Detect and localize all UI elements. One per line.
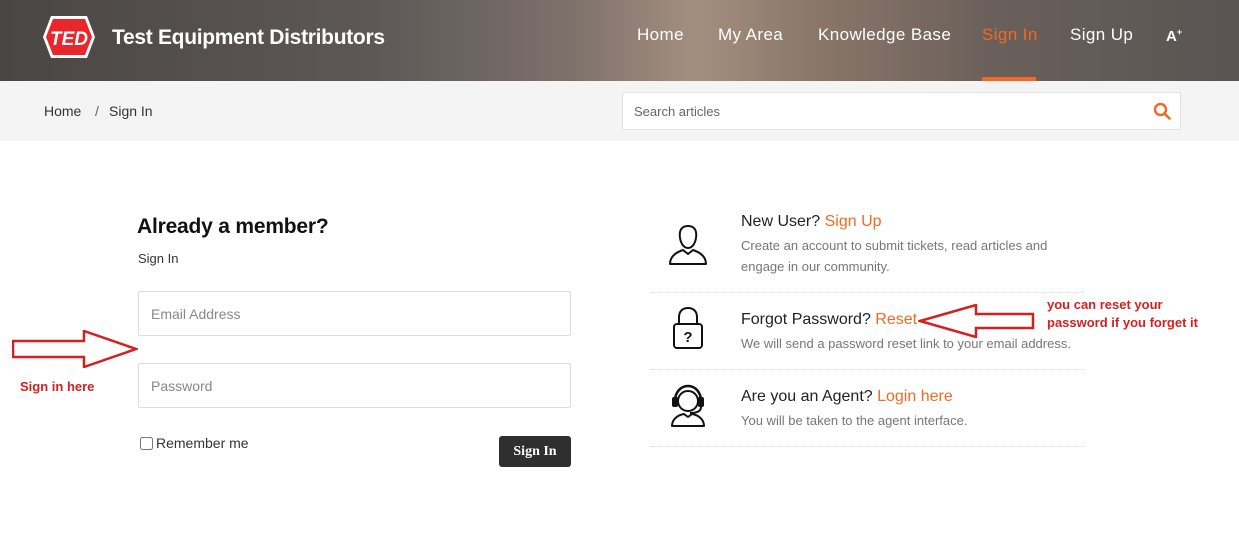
breadcrumb-current: Sign In bbox=[109, 103, 153, 119]
annotation-arrow-right bbox=[12, 330, 138, 368]
reset-annotation-line2: password if you forget it bbox=[1047, 315, 1198, 330]
breadcrumb-bar: Home / Sign In bbox=[0, 81, 1239, 141]
breadcrumb-separator: / bbox=[95, 103, 99, 119]
headset-agent-icon bbox=[671, 384, 705, 427]
logo-text: TED bbox=[50, 29, 88, 50]
brand-name[interactable]: Test Equipment Distributors bbox=[112, 26, 385, 50]
remember-me-label: Remember me bbox=[156, 435, 249, 451]
option-agent: Are you an Agent? Login here You will be… bbox=[651, 370, 1084, 446]
site-header: TED Test Equipment Distributors Home My … bbox=[0, 0, 1239, 81]
new-user-prefix: New User? bbox=[741, 213, 821, 230]
svg-text:?: ? bbox=[683, 329, 692, 346]
search-input[interactable] bbox=[634, 93, 1134, 129]
accessibility-label: A bbox=[1166, 28, 1177, 45]
nav-knowledge-base[interactable]: Knowledge Base bbox=[818, 25, 951, 45]
agent-title: Are you an Agent? Login here bbox=[741, 388, 953, 406]
reset-link[interactable]: Reset bbox=[875, 311, 917, 328]
sign-in-button[interactable]: Sign In bbox=[499, 436, 571, 467]
remember-me-checkbox[interactable] bbox=[140, 436, 153, 450]
nav-home[interactable]: Home bbox=[637, 25, 684, 45]
signin-annotation: Sign in here bbox=[20, 379, 95, 394]
password-field[interactable] bbox=[138, 363, 571, 408]
remember-me[interactable]: Remember me bbox=[140, 435, 249, 451]
annotation-arrow-left bbox=[918, 304, 1035, 338]
reset-annotation: you can reset your password if you forge… bbox=[1047, 296, 1198, 332]
search-icon[interactable] bbox=[1153, 102, 1171, 120]
user-icon bbox=[669, 224, 707, 265]
forgot-password-title: Forgot Password? Reset bbox=[741, 311, 917, 329]
new-user-title: New User? Sign Up bbox=[741, 213, 882, 231]
new-user-description: Create an account to submit tickets, rea… bbox=[741, 238, 1048, 274]
agent-prefix: Are you an Agent? bbox=[741, 388, 873, 405]
nav-my-area[interactable]: My Area bbox=[718, 25, 783, 45]
signin-heading: Already a member? bbox=[137, 215, 329, 238]
nav-sign-in[interactable]: Sign In bbox=[982, 25, 1038, 45]
accessibility-icon: + bbox=[1176, 27, 1183, 37]
nav-sign-up[interactable]: Sign Up bbox=[1070, 25, 1133, 45]
breadcrumb-home[interactable]: Home bbox=[44, 103, 81, 119]
signin-subheading: Sign In bbox=[138, 251, 179, 266]
option-new-user: New User? Sign Up Create an account to s… bbox=[651, 212, 1084, 292]
reset-annotation-line1: you can reset your bbox=[1047, 297, 1163, 312]
search-box bbox=[622, 92, 1181, 130]
option-divider bbox=[651, 446, 1084, 447]
agent-login-link[interactable]: Login here bbox=[877, 388, 953, 405]
forgot-password-prefix: Forgot Password? bbox=[741, 311, 871, 328]
ted-logo[interactable]: TED bbox=[41, 14, 97, 60]
sign-up-link[interactable]: Sign Up bbox=[825, 213, 882, 230]
agent-description: You will be taken to the agent interface… bbox=[741, 413, 968, 428]
lock-icon: ? bbox=[673, 306, 703, 349]
accessibility-toggle[interactable]: A+ bbox=[1166, 27, 1182, 45]
email-field[interactable] bbox=[138, 291, 571, 336]
